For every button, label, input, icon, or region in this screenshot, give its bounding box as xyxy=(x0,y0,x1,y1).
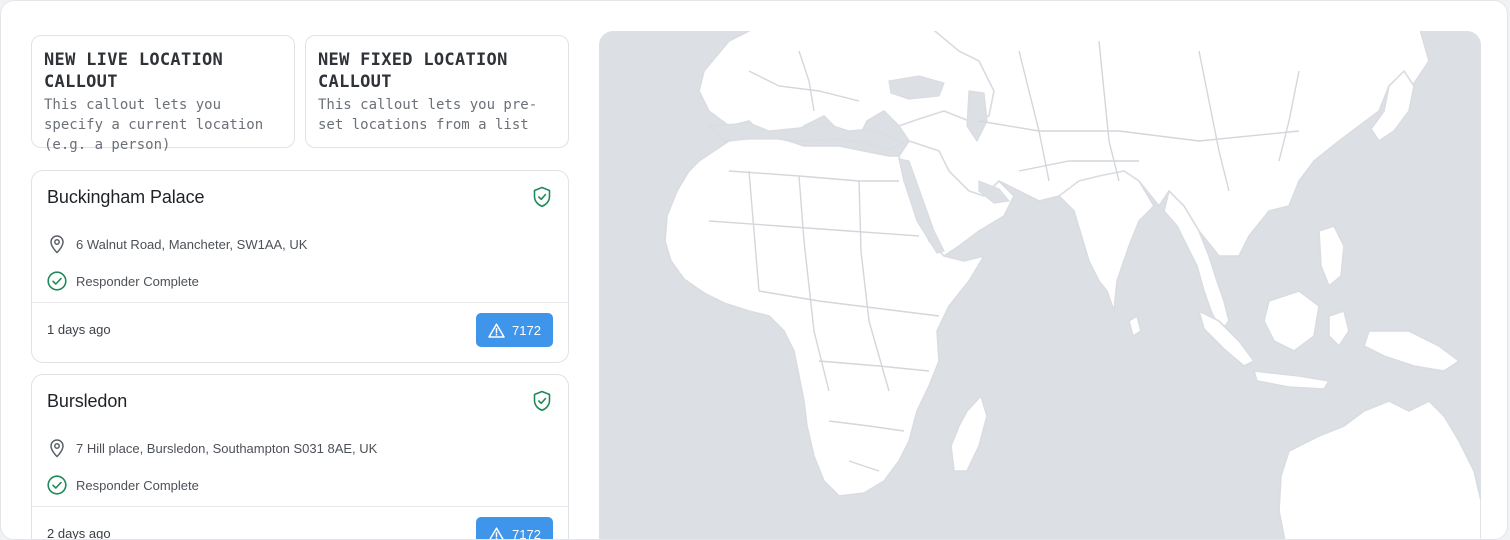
warning-triangle-icon xyxy=(488,323,505,338)
alert-count: 7172 xyxy=(512,527,541,540)
app-frame: NEW LIVE LOCATION CALLOUT This callout l… xyxy=(0,0,1508,540)
sulawesi-island xyxy=(1329,311,1349,346)
location-time-ago: 2 days ago xyxy=(47,526,111,540)
location-card[interactable]: Buckingham Palace 6 Walnut Road, Manchet… xyxy=(31,170,569,363)
live-callout-title: NEW LIVE LOCATION CALLOUT xyxy=(44,49,282,93)
india-landmass xyxy=(1059,171,1154,311)
card-divider xyxy=(32,302,568,303)
sri-lanka-island xyxy=(1129,316,1141,336)
map-pin-icon xyxy=(47,234,67,254)
location-status: Responder Complete xyxy=(76,478,199,493)
new-live-location-callout-card[interactable]: NEW LIVE LOCATION CALLOUT This callout l… xyxy=(31,35,295,148)
fixed-callout-title: NEW FIXED LOCATION CALLOUT xyxy=(318,49,556,93)
map-pin-icon xyxy=(47,438,67,458)
shield-check-icon xyxy=(532,186,552,208)
location-status: Responder Complete xyxy=(76,274,199,289)
map-land-layer xyxy=(599,31,1481,540)
card-divider xyxy=(32,506,568,507)
new-fixed-location-callout-card[interactable]: NEW FIXED LOCATION CALLOUT This callout … xyxy=(305,35,569,148)
new-guinea-island xyxy=(1364,331,1459,371)
warning-triangle-icon xyxy=(488,527,505,540)
alert-count: 7172 xyxy=(512,323,541,338)
australia-landmass xyxy=(1279,401,1481,540)
location-status-row: Responder Complete xyxy=(47,270,199,292)
check-circle-icon xyxy=(47,271,67,291)
location-name: Bursledon xyxy=(47,391,127,412)
live-callout-description: This callout lets you specify a current … xyxy=(44,95,282,155)
philippines-islands xyxy=(1319,226,1344,286)
location-address: 6 Walnut Road, Mancheter, SW1AA, UK xyxy=(76,237,307,252)
location-address-row: 6 Walnut Road, Mancheter, SW1AA, UK xyxy=(47,233,307,255)
location-time-ago: 1 days ago xyxy=(47,322,111,337)
madagascar-island xyxy=(951,396,987,471)
borneo-island xyxy=(1264,291,1319,351)
world-map[interactable] xyxy=(599,31,1481,540)
alert-count-button[interactable]: 7172 xyxy=(476,313,553,347)
alert-count-button[interactable]: 7172 xyxy=(476,517,553,540)
check-circle-icon xyxy=(47,475,67,495)
fixed-callout-description: This callout lets you pre-set locations … xyxy=(318,95,556,135)
location-name: Buckingham Palace xyxy=(47,187,204,208)
shield-check-icon xyxy=(532,390,552,412)
java-island xyxy=(1254,371,1329,389)
location-card[interactable]: Bursledon 7 Hill place, Bursledon, South… xyxy=(31,374,569,540)
location-address: 7 Hill place, Bursledon, Southampton S03… xyxy=(76,441,377,456)
location-status-row: Responder Complete xyxy=(47,474,199,496)
location-address-row: 7 Hill place, Bursledon, Southampton S03… xyxy=(47,437,377,459)
